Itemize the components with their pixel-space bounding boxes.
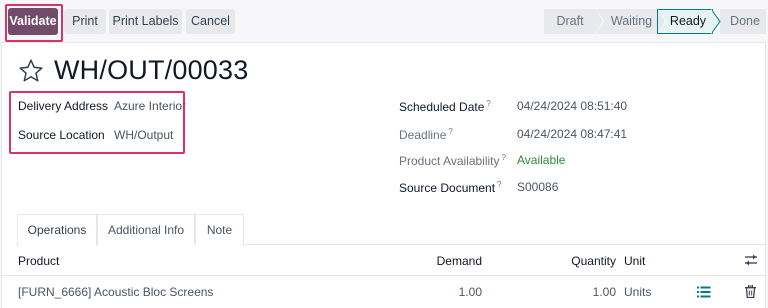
stage-draft-label: Draft <box>556 14 584 28</box>
help-mark: ? <box>486 99 491 108</box>
validate-button[interactable]: Validate <box>8 8 58 35</box>
star-outline-icon[interactable] <box>18 58 44 84</box>
scheduled-date-value[interactable]: 04/24/2024 08:51:40 <box>517 99 627 113</box>
stage-draft[interactable]: Draft <box>544 9 604 34</box>
status-pipeline: Draft Waiting Ready Done <box>544 9 766 34</box>
help-mark: ? <box>497 180 502 189</box>
control-panel: Validate Print Print Labels Cancel Draft… <box>0 0 768 42</box>
source-location-label: Source Location <box>18 128 105 142</box>
print-labels-button[interactable]: Print Labels <box>109 9 182 34</box>
delivery-address-label: Delivery Address <box>18 99 109 113</box>
cancel-button[interactable]: Cancel <box>186 9 235 34</box>
print-button[interactable]: Print <box>64 9 106 34</box>
column-header-quantity[interactable]: Quantity <box>540 254 616 268</box>
tab-note[interactable]: Note <box>195 214 244 245</box>
row-product[interactable]: [FURN_6666] Acoustic Bloc Screens <box>18 285 213 299</box>
stage-ready-arrow <box>711 9 721 34</box>
list-icon[interactable] <box>697 286 711 298</box>
stage-ready-label: Ready <box>669 14 707 28</box>
record-title: WH/OUT/00033 <box>54 55 249 85</box>
delivery-address-value[interactable]: Azure Interior <box>114 99 186 113</box>
deadline-label-text: Deadline <box>399 128 447 142</box>
source-document-label-text: Source Document <box>399 181 496 195</box>
scheduled-date-label-text: Scheduled Date <box>399 100 485 114</box>
deadline-label: Deadline? <box>399 127 453 142</box>
stage-done[interactable]: Done <box>720 9 766 34</box>
column-header-product[interactable]: Product <box>18 254 59 268</box>
source-document-value[interactable]: S00086 <box>517 180 558 194</box>
row-unit[interactable]: Units <box>624 285 651 299</box>
product-availability-label: Product Availability? <box>399 153 506 168</box>
trash-icon[interactable] <box>745 285 756 298</box>
tab-additional-info[interactable]: Additional Info <box>97 214 195 245</box>
column-header-demand[interactable]: Demand <box>400 254 482 268</box>
product-availability-value: Available <box>517 153 566 167</box>
product-availability-label-text: Product Availability <box>399 154 500 168</box>
help-mark: ? <box>448 127 453 136</box>
stage-waiting[interactable]: Waiting <box>597 9 666 34</box>
sliders-icon[interactable] <box>744 253 758 267</box>
column-header-unit[interactable]: Unit <box>624 254 645 268</box>
source-document-label: Source Document? <box>399 180 502 195</box>
stage-waiting-label: Waiting <box>610 14 653 28</box>
row-demand[interactable]: 1.00 <box>400 285 482 299</box>
help-mark: ? <box>501 153 506 162</box>
stage-done-label: Done <box>730 14 760 28</box>
header-divider <box>1 275 766 276</box>
tab-operations[interactable]: Operations <box>17 214 97 246</box>
row-quantity[interactable]: 1.00 <box>540 285 616 299</box>
deadline-value[interactable]: 04/24/2024 08:47:41 <box>517 127 627 141</box>
source-location-value[interactable]: WH/Output <box>114 128 173 142</box>
scheduled-date-label: Scheduled Date? <box>399 99 491 114</box>
